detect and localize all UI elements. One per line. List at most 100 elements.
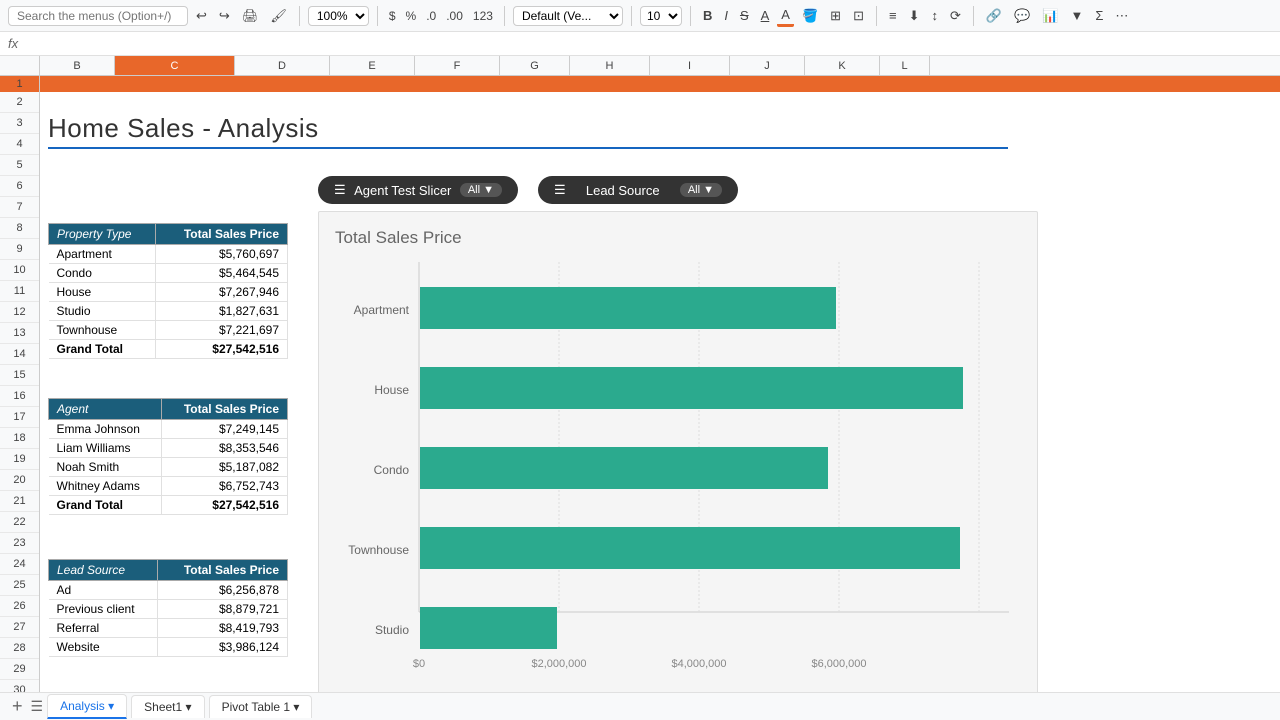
- tab-pivot-table-1[interactable]: Pivot Table 1 ▾: [209, 695, 313, 718]
- row-num-30: 30: [0, 680, 39, 692]
- row-num-13: 13: [0, 323, 39, 344]
- label-studio: Studio: [375, 623, 409, 637]
- paint-format-button[interactable]: 🖌: [266, 6, 291, 26]
- lead-source-slicer-filter-icon: ☰: [554, 182, 566, 198]
- valign-button[interactable]: ⬇: [905, 6, 924, 26]
- table-row: Whitney Adams $6,752,743: [49, 477, 288, 496]
- agent-grand-total-row: Grand Total $27,542,516: [49, 496, 288, 515]
- divider-1: [299, 6, 300, 26]
- add-sheet-button[interactable]: +: [8, 696, 27, 717]
- merge-cells-button[interactable]: ⊡: [849, 6, 868, 26]
- col-header-h[interactable]: H: [570, 56, 650, 75]
- row-num-2: 2: [0, 92, 39, 113]
- borders-button[interactable]: ⊞: [826, 6, 845, 26]
- bold-button[interactable]: B: [699, 6, 716, 25]
- table-row: Noah Smith $5,187,082: [49, 458, 288, 477]
- row-num-7: 7: [0, 197, 39, 218]
- strikethrough-button[interactable]: S: [736, 6, 753, 25]
- col-header-d[interactable]: D: [235, 56, 330, 75]
- col-header-e[interactable]: E: [330, 56, 415, 75]
- row-num-27: 27: [0, 617, 39, 638]
- lead-source-slicer-button[interactable]: ☰ Lead Source All ▼: [538, 176, 738, 204]
- row-num-16: 16: [0, 386, 39, 407]
- col-header-c[interactable]: C: [115, 56, 235, 75]
- fill-color-button[interactable]: 🪣: [798, 6, 822, 26]
- align-button[interactable]: ≡: [885, 6, 901, 25]
- zoom-select[interactable]: 100%: [308, 6, 369, 26]
- table-row: Emma Johnson $7,249,145: [49, 420, 288, 439]
- property-grand-total-label: Grand Total: [49, 340, 156, 359]
- agent-emma: Emma Johnson: [49, 420, 162, 439]
- agent-header: Agent: [49, 399, 162, 420]
- table-row: Condo $5,464,545: [49, 264, 288, 283]
- x-label-4m: $4,000,000: [671, 658, 726, 670]
- text-color-button[interactable]: A: [777, 5, 794, 27]
- property-type-table-wrapper: Property Type Total Sales Price Apartmen…: [48, 223, 288, 359]
- table-row: Townhouse $7,221,697: [49, 321, 288, 340]
- col-header-i[interactable]: I: [650, 56, 730, 75]
- tab-sheet1-label: Sheet1: [144, 700, 182, 714]
- tab-analysis[interactable]: Analysis ▾: [47, 694, 127, 719]
- property-type-studio: Studio: [49, 302, 156, 321]
- spreadsheet-content: Home Sales - Analysis ☰ Agent Test Slice…: [40, 76, 1280, 692]
- tab-pivot1-dropdown-icon: ▾: [293, 700, 299, 714]
- agent-slicer-chevron: ▼: [483, 184, 494, 196]
- lead-source-ad: Ad: [49, 581, 158, 600]
- agent-slicer-button[interactable]: ☰ Agent Test Slicer All ▼: [318, 176, 518, 204]
- tab-analysis-dropdown-icon: ▾: [108, 699, 114, 713]
- table-row: Studio $1,827,631: [49, 302, 288, 321]
- more-button[interactable]: ⋯: [1111, 6, 1132, 26]
- tab-pivot1-label: Pivot Table 1: [222, 700, 291, 714]
- bar-house: [420, 367, 963, 409]
- tab-sheet1-dropdown-icon: ▾: [186, 700, 192, 714]
- function-button[interactable]: Σ: [1091, 6, 1107, 25]
- decimal-two: .00: [443, 9, 466, 23]
- redo-button[interactable]: ↪: [215, 6, 234, 26]
- table-row: House $7,267,946: [49, 283, 288, 302]
- underline-button[interactable]: A: [757, 6, 774, 25]
- row-num-25: 25: [0, 575, 39, 596]
- col-header-k[interactable]: K: [805, 56, 880, 75]
- font-family-select[interactable]: Default (Ve...: [513, 6, 623, 26]
- agent-slicer-all-text: All: [468, 184, 480, 196]
- bar-studio: [420, 607, 557, 649]
- agent-slicer-label: Agent Test Slicer: [354, 183, 452, 198]
- chart-title: Total Sales Price: [335, 228, 462, 247]
- italic-button[interactable]: I: [720, 6, 732, 25]
- divider-7: [973, 6, 974, 26]
- col-header-b[interactable]: B: [40, 56, 115, 75]
- agent-table: Agent Total Sales Price Emma Johnson $7,…: [48, 398, 288, 515]
- row-num-9: 9: [0, 239, 39, 260]
- sheet-menu-button[interactable]: ☰: [31, 698, 44, 715]
- spreadsheet-grid: B C D E F G H I J K L 1 2 3 4 5 6 7 8 9 …: [0, 56, 1280, 692]
- filter-button[interactable]: ▼: [1066, 6, 1087, 25]
- undo-button[interactable]: ↩: [192, 6, 211, 26]
- chart-button[interactable]: 📊: [1038, 6, 1062, 26]
- row-num-29: 29: [0, 659, 39, 680]
- lead-source-header: Lead Source: [49, 560, 158, 581]
- lead-source-table-wrapper: Lead Source Total Sales Price Ad $6,256,…: [48, 559, 288, 657]
- agent-emma-value: $7,249,145: [161, 420, 287, 439]
- row-numbers: 1 2 3 4 5 6 7 8 9 10 11 12 13 14 15 16 1…: [0, 76, 40, 692]
- font-size-select[interactable]: 10: [640, 6, 682, 26]
- tab-sheet1[interactable]: Sheet1 ▾: [131, 695, 204, 718]
- col-header-f[interactable]: F: [415, 56, 500, 75]
- agent-grand-total-value: $27,542,516: [161, 496, 287, 515]
- print-button[interactable]: 🖨: [238, 6, 263, 26]
- col-header-j[interactable]: J: [730, 56, 805, 75]
- label-condo: Condo: [374, 463, 410, 477]
- comment-button[interactable]: 💬: [1010, 6, 1034, 26]
- lead-source-website: Website: [49, 638, 158, 657]
- x-label-0: $0: [413, 658, 425, 670]
- bar-apartment: [420, 287, 836, 329]
- table-row: Ad $6,256,878: [49, 581, 288, 600]
- menu-search-input[interactable]: [8, 6, 188, 26]
- text-rotation-button[interactable]: ↕: [927, 6, 942, 25]
- agent-slicer-filter-icon: ☰: [334, 182, 346, 198]
- wrap-button[interactable]: ⟳: [946, 6, 965, 26]
- col-header-l[interactable]: L: [880, 56, 930, 75]
- col-header-g[interactable]: G: [500, 56, 570, 75]
- property-grand-total-value: $27,542,516: [156, 340, 288, 359]
- table-row: Apartment $5,760,697: [49, 245, 288, 264]
- link-button[interactable]: 🔗: [982, 6, 1006, 26]
